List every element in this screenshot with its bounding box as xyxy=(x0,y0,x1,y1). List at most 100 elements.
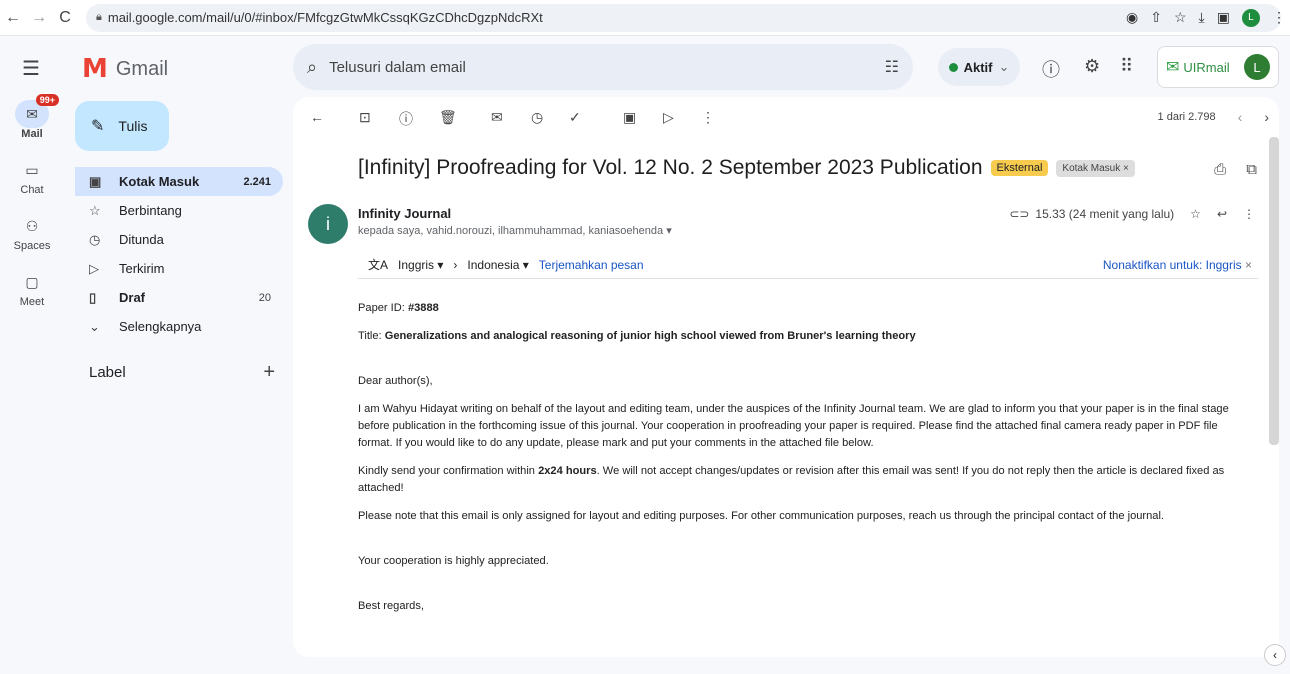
source-language-select[interactable]: Inggris ▾ xyxy=(398,258,443,272)
search-icon[interactable]: ⌕ xyxy=(307,57,317,78)
body-paragraph: Kindly send your confirmation within 2x2… xyxy=(358,463,1253,497)
nav-count: 20 xyxy=(258,291,271,304)
unread-badge: 99+ xyxy=(35,94,59,106)
nav-label: Terkirim xyxy=(119,261,165,276)
label-icon[interactable]: ▷ xyxy=(663,109,674,126)
paper-id: #3888 xyxy=(407,302,439,314)
help-icon[interactable]: ⓘ xyxy=(1042,56,1060,82)
add-task-icon[interactable]: ✓ xyxy=(569,109,581,126)
pager-text: 1 dari 2.798 xyxy=(1157,111,1216,123)
gmail-logo[interactable]: M Gmail xyxy=(82,54,168,84)
attachment-icon: ⊂⊃ xyxy=(1009,207,1030,221)
nav-item-starred[interactable]: ☆ Berbintang xyxy=(75,196,283,225)
search-options-icon[interactable]: ☷ xyxy=(885,57,899,77)
translate-message-link[interactable]: Terjemahkan pesan xyxy=(539,258,644,272)
uirmail-account-chip[interactable]: ✉ UIRmail L xyxy=(1157,46,1279,88)
newer-icon[interactable]: ‹ xyxy=(1238,109,1243,125)
rail-label: Meet xyxy=(19,296,45,308)
app-rail: ✉ 99+ Mail ▭ Chat ⚇ Spaces ▢ Meet xyxy=(0,94,64,324)
bookmark-star-icon[interactable]: ☆ xyxy=(1174,9,1187,26)
mark-unread-icon[interactable]: ✉ xyxy=(491,109,503,126)
uirmail-label: UIRmail xyxy=(1183,59,1230,75)
rail-item-chat[interactable]: ▭ Chat xyxy=(0,156,64,197)
rail-item-meet[interactable]: ▢ Meet xyxy=(0,268,64,309)
apps-grid-icon[interactable]: ⠿ xyxy=(1120,56,1133,77)
subject-actions: ⎙ ⧉ xyxy=(1214,161,1257,178)
inbox-icon: ▣ xyxy=(89,173,102,189)
deadline: 2x24 hours xyxy=(538,465,597,477)
nav-item-more[interactable]: ⌄ Selengkapnya xyxy=(75,312,283,341)
rail-item-spaces[interactable]: ⚇ Spaces xyxy=(0,212,64,253)
search-input[interactable]: Telusuri dalam email xyxy=(329,59,885,76)
more-options-icon[interactable]: ⋮ xyxy=(1243,207,1255,221)
nav-item-snoozed[interactable]: ◷ Ditunda xyxy=(75,225,283,254)
recipients[interactable]: kepada saya, vahid.norouzi, ilhammuhamma… xyxy=(358,224,672,237)
status-toggle[interactable]: Aktif ⌄ xyxy=(938,48,1020,86)
sidepanel-icon[interactable]: ▣ xyxy=(1217,9,1230,26)
nav-item-sent[interactable]: ▷ Terkirim xyxy=(75,254,283,283)
sender-avatar[interactable]: i xyxy=(308,204,348,244)
nav-item-inbox[interactable]: ▣ Kotak Masuk 2.241 xyxy=(75,167,283,196)
report-spam-icon[interactable]: ⓘ xyxy=(399,109,413,129)
add-label-icon[interactable]: + xyxy=(263,362,275,382)
archive-icon[interactable]: ⊡ xyxy=(359,109,371,126)
gmail-wordmark: Gmail xyxy=(115,57,169,80)
eye-icon[interactable]: ◉ xyxy=(1126,9,1138,26)
paper-title-label: Title: xyxy=(358,330,385,342)
message-meta: ⊂⊃ 15.33 (24 menit yang lalu) ☆ ↩ ⋮ xyxy=(1009,207,1255,221)
side-panel-toggle-icon[interactable]: ‹ xyxy=(1264,644,1286,666)
email-subject: [Infinity] Proofreading for Vol. 12 No. … xyxy=(358,156,983,179)
open-new-window-icon[interactable]: ⧉ xyxy=(1246,161,1257,178)
disable-translate-link[interactable]: Nonaktifkan untuk: Inggris × xyxy=(1103,258,1258,272)
disable-translate-label: Nonaktifkan untuk: Inggris xyxy=(1102,257,1242,272)
move-to-icon[interactable]: ▣ xyxy=(623,109,636,126)
chevron-down-icon: ⌄ xyxy=(89,318,100,334)
arrow-right-icon: › xyxy=(453,257,458,272)
star-icon[interactable]: ☆ xyxy=(1190,207,1201,221)
share-icon[interactable]: ⇧ xyxy=(1150,9,1162,26)
download-icon[interactable]: ⤓ xyxy=(1199,9,1205,26)
settings-gear-icon[interactable]: ⚙ xyxy=(1084,56,1100,77)
compose-button[interactable]: ✎ Tulis xyxy=(75,101,169,151)
target-language-select[interactable]: Indonesia ▾ xyxy=(467,258,528,272)
close-icon[interactable]: × xyxy=(1245,258,1252,272)
send-icon: ▷ xyxy=(89,260,99,276)
message-toolbar: ← ⊡ ⓘ 🗑︎ ✉ ◷ ✓ ▣ ▷ ⋮ 1 dari 2.798 ‹ › xyxy=(293,97,1279,137)
message-time[interactable]: 15.33 (24 menit yang lalu) xyxy=(1035,207,1174,221)
search-bar[interactable]: ⌕ Telusuri dalam email ☷ xyxy=(293,44,913,90)
reply-icon[interactable]: ↩ xyxy=(1217,207,1227,221)
message-body: Paper ID: #3888 Title: Generalizations a… xyxy=(358,300,1253,626)
nav-label: Kotak Masuk xyxy=(119,174,200,189)
rail-item-mail[interactable]: ✉ 99+ Mail xyxy=(0,94,64,140)
back-to-inbox-icon[interactable]: ← xyxy=(310,109,324,125)
status-label: Aktif xyxy=(963,59,993,75)
back-icon[interactable]: ← xyxy=(0,9,26,27)
delete-icon[interactable]: 🗑︎ xyxy=(439,109,457,126)
more-options-icon[interactable]: ⋮ xyxy=(701,109,715,126)
nav-item-drafts[interactable]: ▯ Draf 20 xyxy=(75,283,283,312)
main-menu-icon[interactable]: ☰ xyxy=(22,56,42,81)
forward-icon[interactable]: → xyxy=(26,9,52,27)
address-bar[interactable]: 🔒︎ mail.google.com/mail/u/0/#inbox/FMfcg… xyxy=(86,3,1281,32)
inbox-label-chip[interactable]: Kotak Masuk × xyxy=(1056,159,1135,177)
account-avatar[interactable]: L xyxy=(1244,54,1270,80)
scrollbar[interactable] xyxy=(1269,137,1279,445)
translate-bar: 文A Inggris ▾ › Indonesia ▾ Terjemahkan p… xyxy=(358,251,1258,279)
spaces-icon: ⚇ xyxy=(25,217,39,234)
browser-menu-icon[interactable]: ⋮ xyxy=(1272,9,1286,26)
clock-icon: ◷ xyxy=(89,231,101,247)
status-dot-icon xyxy=(948,62,958,72)
browser-profile-avatar[interactable]: L xyxy=(1241,8,1260,27)
sender-name[interactable]: Infinity Journal xyxy=(358,206,451,221)
mailbox-nav: ▣ Kotak Masuk 2.241 ☆ Berbintang ◷ Ditun… xyxy=(75,167,283,341)
older-icon[interactable]: › xyxy=(1264,109,1269,125)
labels-title: Label xyxy=(89,364,126,381)
reload-icon[interactable]: C xyxy=(52,9,78,27)
message-panel: ← ⊡ ⓘ 🗑︎ ✉ ◷ ✓ ▣ ▷ ⋮ 1 dari 2.798 ‹ › [I… xyxy=(293,97,1279,657)
print-icon[interactable]: ⎙ xyxy=(1214,161,1226,178)
draft-icon: ▯ xyxy=(89,289,97,305)
snooze-icon[interactable]: ◷ xyxy=(531,109,543,126)
url-text[interactable]: mail.google.com/mail/u/0/#inbox/FMfcgzGt… xyxy=(108,10,1271,25)
gmail-m-icon: M xyxy=(82,54,108,84)
labels-header: Label + xyxy=(89,362,275,382)
